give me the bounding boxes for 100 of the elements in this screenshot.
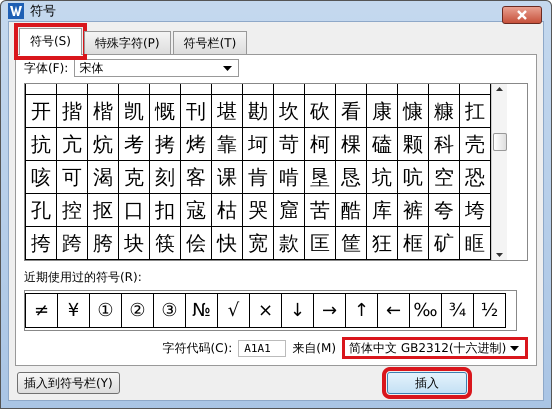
symbol-cell[interactable]: 裤 [398,194,429,227]
grid-cell[interactable] [367,84,398,95]
symbol-cell[interactable]: 恳 [336,161,367,194]
grid-cell[interactable] [212,84,243,95]
symbol-cell[interactable]: 款 [274,227,305,260]
symbol-cell[interactable]: 课 [212,161,243,194]
symbol-cell[interactable]: 客 [181,161,212,194]
symbol-cell[interactable]: 勘 [243,95,274,128]
symbol-cell[interactable]: 狂 [367,227,398,260]
symbol-cell[interactable]: 刊 [181,95,212,128]
symbol-cell[interactable]: 库 [367,194,398,227]
recent-symbol-cell[interactable]: √ [218,293,250,328]
symbol-cell[interactable]: 啃 [274,161,305,194]
insert-to-bar-button[interactable]: 插入到符号栏(Y) [17,372,120,394]
recent-symbol-cell[interactable]: ½ [474,293,506,328]
grid-cell[interactable] [119,84,150,95]
symbol-cell[interactable]: 苦 [305,194,336,227]
grid-cell[interactable] [305,84,336,95]
tab[interactable]: 符号栏(T) [172,31,248,54]
symbol-cell[interactable]: 扣 [150,194,181,227]
symbol-cell[interactable]: 侩 [181,227,212,260]
grid-cell[interactable] [181,84,212,95]
recent-symbol-cell[interactable]: ① [90,293,122,328]
symbol-cell[interactable]: 坑 [367,161,398,194]
symbol-cell[interactable]: 垦 [305,161,336,194]
symbol-cell[interactable]: 窟 [274,194,305,227]
recent-symbol-cell[interactable]: ≠ [25,293,58,328]
scroll-up-icon[interactable] [496,87,503,91]
symbol-cell[interactable]: 渴 [88,161,119,194]
symbol-cell[interactable]: 坎 [274,95,305,128]
symbol-cell[interactable]: 磕 [367,128,398,161]
symbol-cell[interactable]: 宽 [243,227,274,260]
symbol-cell[interactable]: 楷 [88,95,119,128]
symbol-cell[interactable]: 康 [367,95,398,128]
symbol-cell[interactable]: 快 [212,227,243,260]
char-code-field[interactable]: A1A1 [238,340,286,356]
symbol-cell[interactable]: 坷 [243,128,274,161]
grid-cell[interactable] [274,84,305,95]
symbol-cell[interactable]: 烤 [181,128,212,161]
symbol-cell[interactable]: 柯 [305,128,336,161]
grid-cell[interactable] [150,84,181,95]
recent-symbol-cell[interactable]: ↓ [282,293,314,328]
symbol-cell[interactable]: 科 [429,128,460,161]
symbol-cell[interactable]: 块 [119,227,150,260]
symbol-cell[interactable]: 控 [57,194,88,227]
symbol-cell[interactable]: 枯 [212,194,243,227]
symbol-cell[interactable]: 考 [119,128,150,161]
symbol-cell[interactable]: 夸 [429,194,460,227]
symbol-cell[interactable]: 孔 [26,194,57,227]
grid-cell[interactable] [429,84,460,95]
recent-symbol-cell[interactable]: ‰ [410,293,442,328]
symbol-cell[interactable]: 哭 [243,194,274,227]
symbol-cell[interactable]: 肯 [243,161,274,194]
recent-symbol-cell[interactable]: ② [122,293,154,328]
symbol-cell[interactable]: 靠 [212,128,243,161]
recent-symbol-cell[interactable]: ③ [154,293,186,328]
grid-cell[interactable] [57,84,88,95]
symbol-cell[interactable]: 矿 [429,227,460,260]
recent-symbol-cell[interactable]: № [186,293,218,328]
tab[interactable]: 特殊字符(P) [84,31,171,54]
symbol-cell[interactable]: 糠 [429,95,460,128]
symbol-cell[interactable]: 凯 [119,95,150,128]
symbol-cell[interactable]: 吭 [398,161,429,194]
grid-cell[interactable] [398,84,429,95]
symbol-cell[interactable]: 挎 [26,227,57,260]
symbol-cell[interactable]: 刻 [150,161,181,194]
close-button[interactable] [502,6,542,24]
symbol-cell[interactable]: 可 [57,161,88,194]
recent-symbol-cell[interactable]: → [314,293,346,328]
symbol-cell[interactable]: 克 [119,161,150,194]
symbol-cell[interactable]: 胯 [88,227,119,260]
scroll-down-icon[interactable] [496,253,503,257]
symbol-cell[interactable]: 炕 [88,128,119,161]
font-dropdown[interactable]: 宋体 [74,59,240,77]
recent-symbol-cell[interactable]: ¥ [58,293,90,328]
scroll-thumb[interactable] [492,133,506,151]
encoding-dropdown[interactable]: 简体中文 GB2312(十六进制) [342,337,528,359]
recent-symbol-cell[interactable]: ↑ [346,293,378,328]
symbol-cell[interactable]: 寇 [181,194,212,227]
symbol-cell[interactable]: 砍 [305,95,336,128]
recent-symbol-cell[interactable]: × [250,293,282,328]
symbol-cell[interactable]: 棵 [336,128,367,161]
recent-symbol-cell[interactable]: ← [378,293,410,328]
symbol-cell[interactable]: 慨 [150,95,181,128]
symbol-cell[interactable]: 咳 [26,161,57,194]
symbol-cell[interactable]: 筷 [150,227,181,260]
scrollbar[interactable] [491,84,507,260]
symbol-cell[interactable]: 筐 [336,227,367,260]
grid-cell[interactable] [336,84,367,95]
symbol-cell[interactable]: 苛 [274,128,305,161]
symbol-cell[interactable]: 亢 [57,128,88,161]
symbol-cell[interactable]: 揩 [57,95,88,128]
grid-cell[interactable] [88,84,119,95]
symbol-cell[interactable]: 口 [119,194,150,227]
grid-cell[interactable] [243,84,274,95]
recent-symbol-cell[interactable]: ¾ [442,293,474,328]
symbol-cell[interactable]: 拷 [150,128,181,161]
symbol-cell[interactable]: 抗 [26,128,57,161]
symbol-cell[interactable]: 颗 [398,128,429,161]
symbol-cell[interactable]: 堪 [212,95,243,128]
